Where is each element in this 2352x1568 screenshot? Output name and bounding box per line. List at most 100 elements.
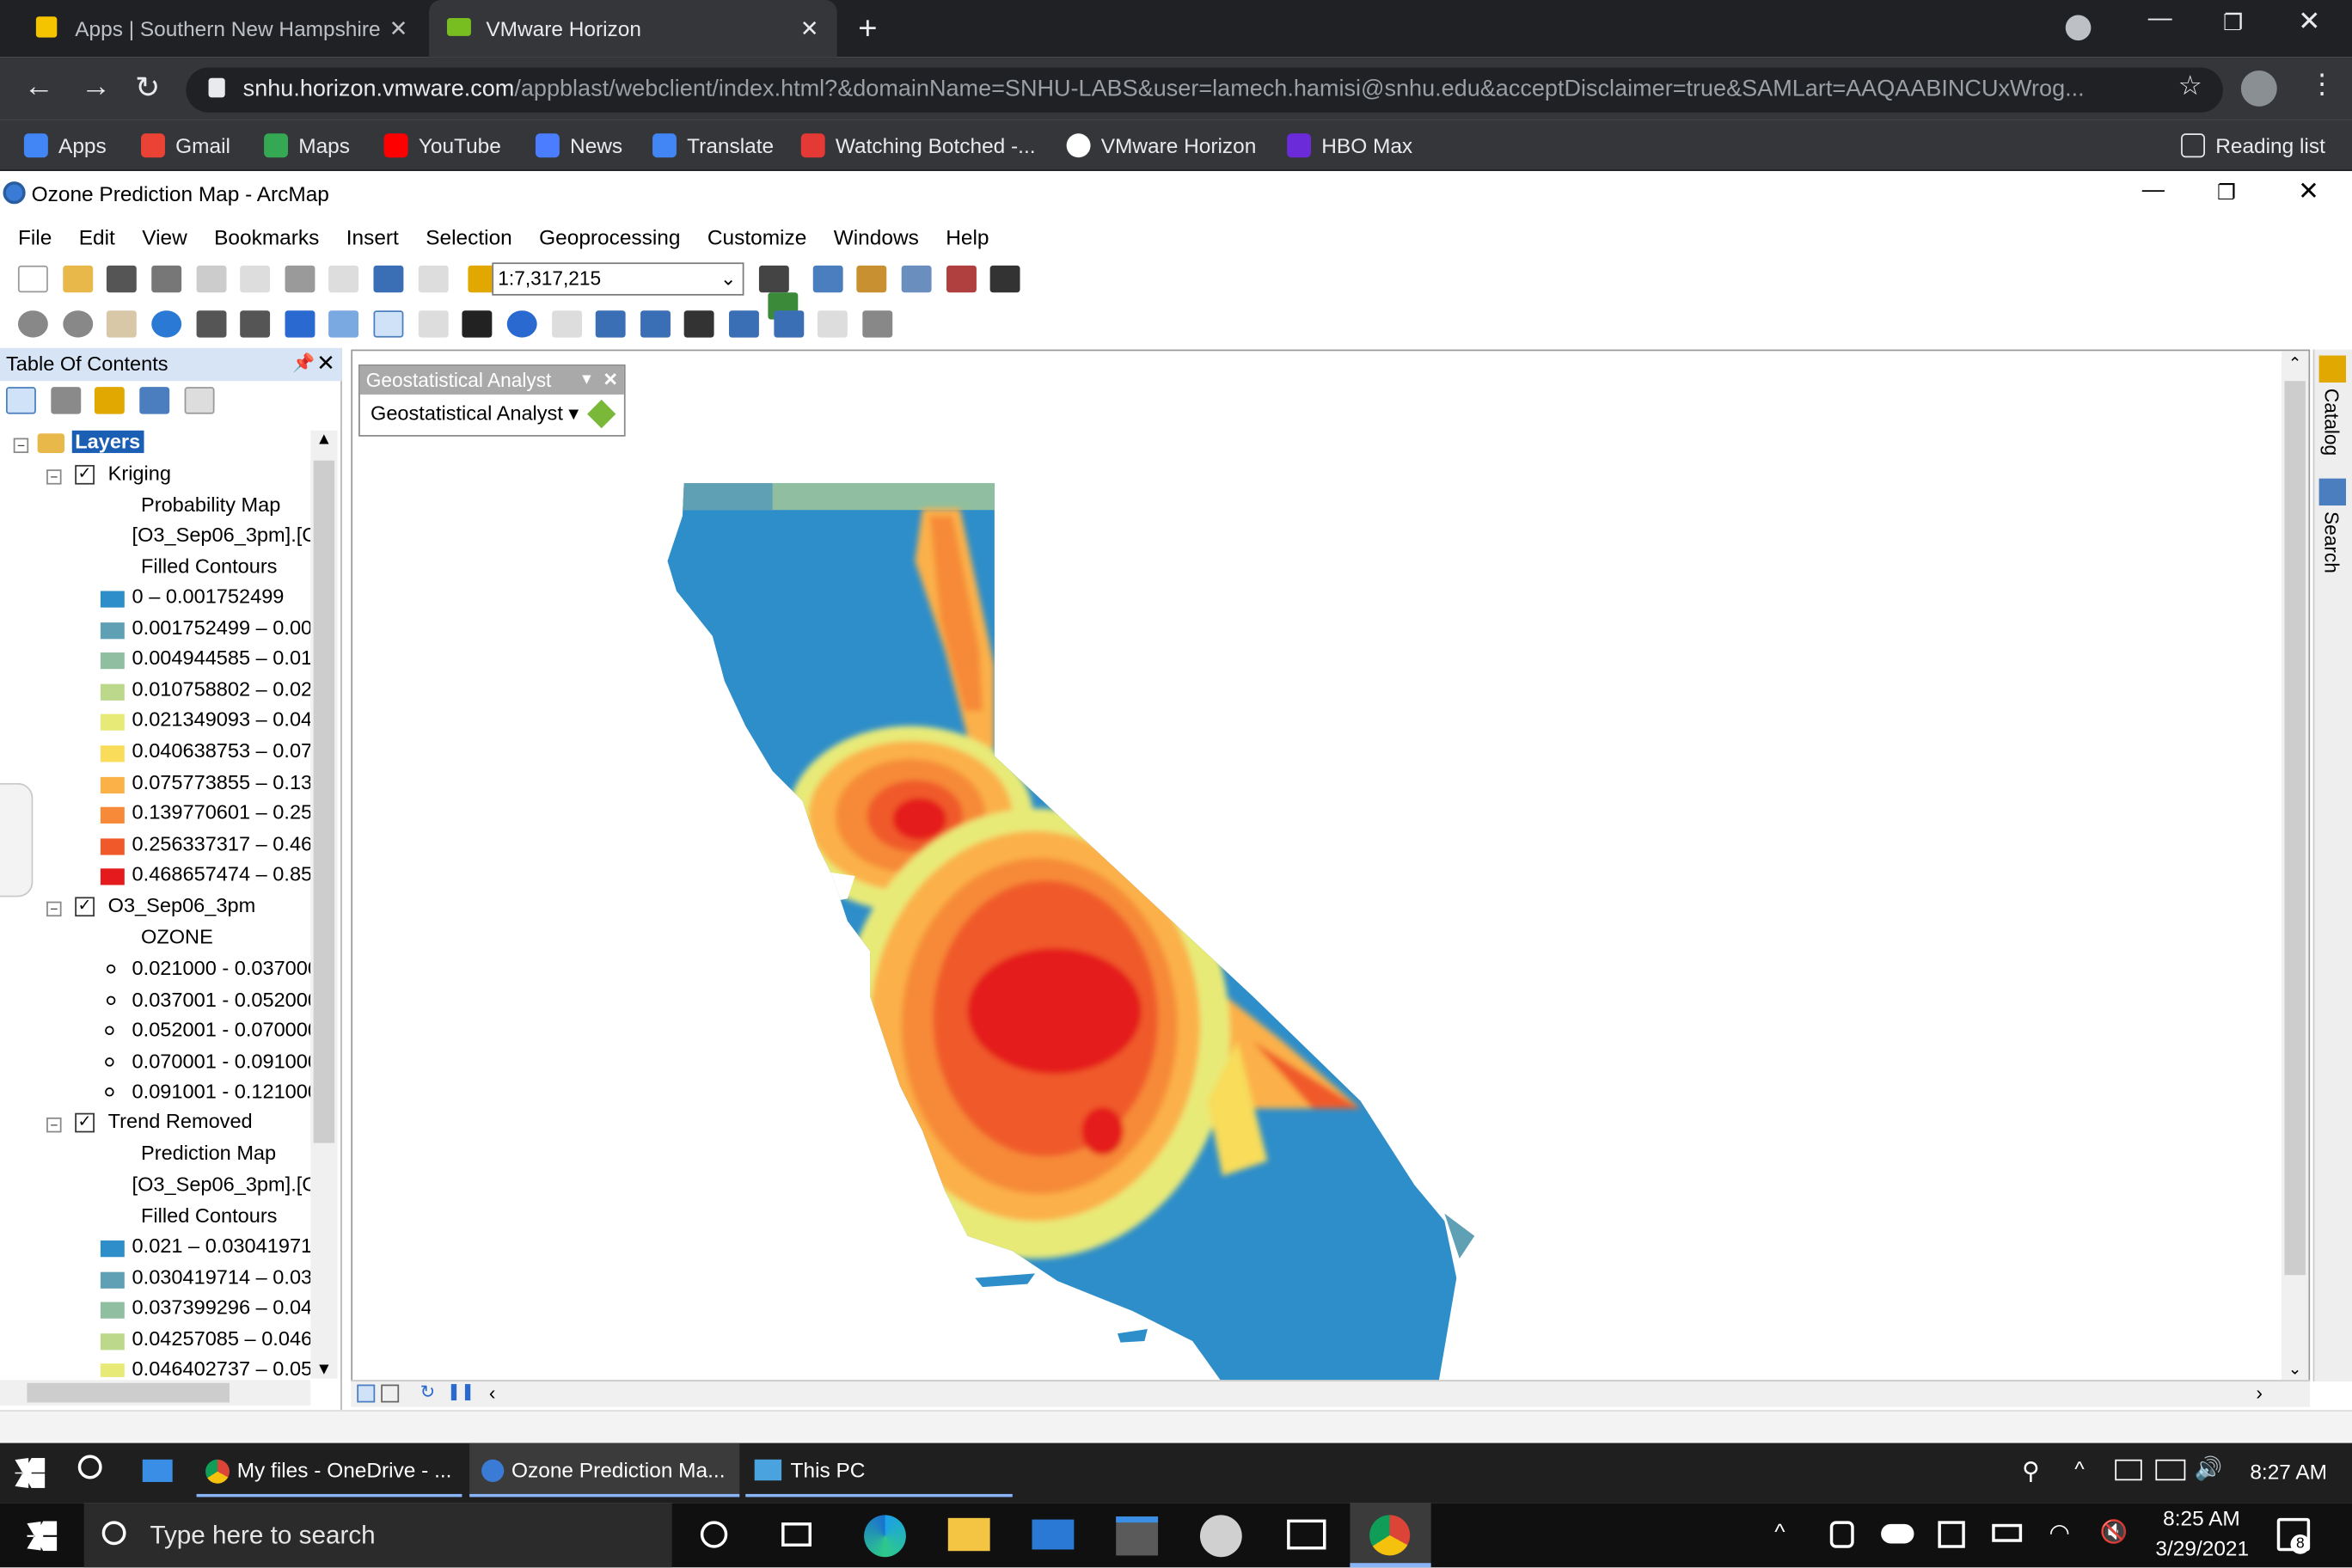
minimize-icon[interactable]: —	[2148, 6, 2172, 33]
bookmark-gmail[interactable]: Gmail	[141, 131, 230, 161]
close-window-icon[interactable]: ✕	[2298, 6, 2320, 38]
redo-icon[interactable]	[418, 265, 449, 293]
scroll-left-icon[interactable]: ‹	[489, 1381, 496, 1404]
catalog-icon[interactable]	[856, 265, 887, 293]
select-features-icon[interactable]	[373, 310, 404, 338]
copy-icon[interactable]	[240, 265, 271, 293]
taskbar-chrome[interactable]	[1350, 1503, 1431, 1568]
tab-search-icon[interactable]	[2065, 15, 2092, 41]
pause-drawing-icon[interactable]: ❚❚	[447, 1381, 475, 1401]
kriging-visibility-checkbox[interactable]: ✓	[75, 464, 95, 485]
display-icon[interactable]	[1938, 1521, 1965, 1548]
toolbar-dropdown-icon[interactable]: ▼	[579, 366, 594, 395]
list-by-visibility-icon[interactable]	[95, 387, 126, 414]
trend-visibility-checkbox[interactable]: ✓	[75, 1112, 95, 1133]
list-by-selection-icon[interactable]	[139, 387, 169, 414]
toc-vertical-scrollbar[interactable]: ▲ ▼	[310, 430, 338, 1379]
windows-start-icon[interactable]	[15, 1458, 46, 1488]
undo-icon[interactable]	[373, 265, 404, 293]
search-icon[interactable]	[77, 1455, 102, 1479]
bookmark-maps[interactable]: Maps	[264, 131, 350, 161]
list-by-drawing-order-icon[interactable]	[5, 387, 36, 414]
task-view-icon[interactable]	[781, 1522, 812, 1547]
html-popup-icon[interactable]	[595, 310, 626, 338]
tab-vmware-horizon[interactable]: VMware Horizon ✕	[429, 0, 837, 58]
forward-extent-icon[interactable]	[328, 310, 359, 338]
collapse-icon[interactable]: −	[46, 1117, 62, 1133]
battery-icon[interactable]	[1992, 1523, 2023, 1542]
app-close-icon[interactable]: ✕	[2298, 177, 2319, 207]
notification-center-icon[interactable]: 8	[2276, 1517, 2311, 1554]
menu-customize[interactable]: Customize	[694, 225, 820, 249]
zoom-out-icon[interactable]	[62, 310, 93, 338]
forward-arrow-icon[interactable]: →	[81, 70, 111, 105]
menu-edit[interactable]: Edit	[65, 225, 129, 249]
print-icon[interactable]	[151, 265, 181, 293]
side-panel-grip[interactable]	[0, 782, 34, 897]
back-extent-icon[interactable]	[285, 310, 315, 338]
collapse-icon[interactable]: −	[13, 438, 29, 453]
cut-icon[interactable]	[195, 265, 226, 293]
map-view[interactable]: ⌃ ⌄	[351, 349, 2311, 1382]
volume-icon[interactable]: 🔊	[2195, 1455, 2223, 1482]
toc-options-icon[interactable]	[183, 387, 214, 414]
toc-scroll-thumb[interactable]	[313, 460, 335, 1143]
map-scale-combobox[interactable]: 1:7,317,215 ⌄	[492, 262, 744, 296]
geostat-menu-button[interactable]: Geostatistical Analyst ▾	[371, 402, 579, 426]
hyperlink-icon[interactable]	[551, 310, 582, 338]
chevron-down-icon[interactable]: ⌄	[720, 264, 737, 294]
full-extent-globe-icon[interactable]	[151, 310, 181, 338]
new-tab-icon[interactable]: +	[858, 9, 877, 47]
collapse-icon[interactable]: −	[46, 469, 62, 485]
cortana-icon[interactable]	[700, 1521, 728, 1548]
menu-help[interactable]: Help	[933, 225, 1003, 249]
catalog-tab[interactable]: Catalog	[2320, 389, 2343, 456]
menu-view[interactable]: View	[129, 225, 201, 249]
measure-icon[interactable]	[640, 310, 671, 338]
collapse-icon[interactable]: −	[46, 901, 62, 917]
windows-start-icon[interactable]	[27, 1521, 58, 1552]
file-explorer-icon[interactable]	[947, 1517, 990, 1552]
find-route-icon[interactable]	[729, 310, 759, 338]
menu-bookmarks[interactable]: Bookmarks	[200, 225, 333, 249]
paste-icon[interactable]	[285, 265, 315, 293]
layer-trend-name[interactable]: Trend Removed	[108, 1110, 253, 1132]
identify-icon[interactable]	[506, 310, 537, 338]
toc-hscroll-thumb[interactable]	[27, 1382, 230, 1403]
scroll-up-icon[interactable]: ⌃	[2282, 354, 2308, 374]
pan-hand-icon[interactable]	[107, 310, 138, 338]
onedrive-cloud-icon[interactable]	[1881, 1523, 1914, 1544]
taskbar-item-onedrive[interactable]: My files - OneDrive - ...	[196, 1443, 462, 1498]
list-by-source-icon[interactable]	[50, 387, 81, 414]
bookmark-news[interactable]: News	[535, 131, 622, 161]
fixed-zoom-in-icon[interactable]	[195, 310, 226, 338]
fixed-zoom-out-icon[interactable]	[240, 310, 271, 338]
editor-icon[interactable]	[758, 265, 789, 293]
go-to-xy-icon[interactable]	[773, 310, 804, 338]
time-slider-icon[interactable]	[818, 310, 848, 338]
store-icon[interactable]	[1116, 1516, 1159, 1556]
open-folder-icon[interactable]	[62, 265, 93, 293]
mail-icon[interactable]	[1032, 1519, 1075, 1550]
data-view-icon[interactable]	[357, 1384, 376, 1403]
reload-icon[interactable]: ↻	[135, 69, 160, 107]
layout-view-icon[interactable]	[381, 1384, 400, 1403]
bookmark-vmware[interactable]: VMware Horizon	[1066, 131, 1256, 161]
bookmark-botched[interactable]: Watching Botched -...	[800, 131, 1036, 161]
local-clock-date[interactable]: 3/29/2021	[2155, 1536, 2249, 1560]
security-alert-icon[interactable]	[2115, 1459, 2142, 1481]
network-icon[interactable]	[2155, 1459, 2186, 1481]
meet-now-icon[interactable]	[1829, 1521, 1854, 1548]
taskbar-item-arcmap[interactable]: Ozone Prediction Ma...	[469, 1442, 740, 1498]
save-icon[interactable]	[107, 265, 138, 293]
viewer-window-icon[interactable]	[862, 310, 892, 338]
menu-selection[interactable]: Selection	[413, 225, 526, 249]
chevron-up-icon[interactable]: ^	[2074, 1456, 2084, 1480]
app-minimize-icon[interactable]: —	[2142, 177, 2165, 203]
refresh-icon[interactable]: ↻	[420, 1381, 436, 1402]
toc-horizontal-scrollbar[interactable]	[0, 1380, 311, 1406]
toolbar-close-icon[interactable]: ✕	[603, 366, 618, 395]
scroll-up-icon[interactable]: ▲	[310, 431, 337, 449]
local-clock-time[interactable]: 8:25 AM	[2163, 1506, 2240, 1530]
reading-list-button[interactable]: Reading list	[2181, 131, 2325, 161]
